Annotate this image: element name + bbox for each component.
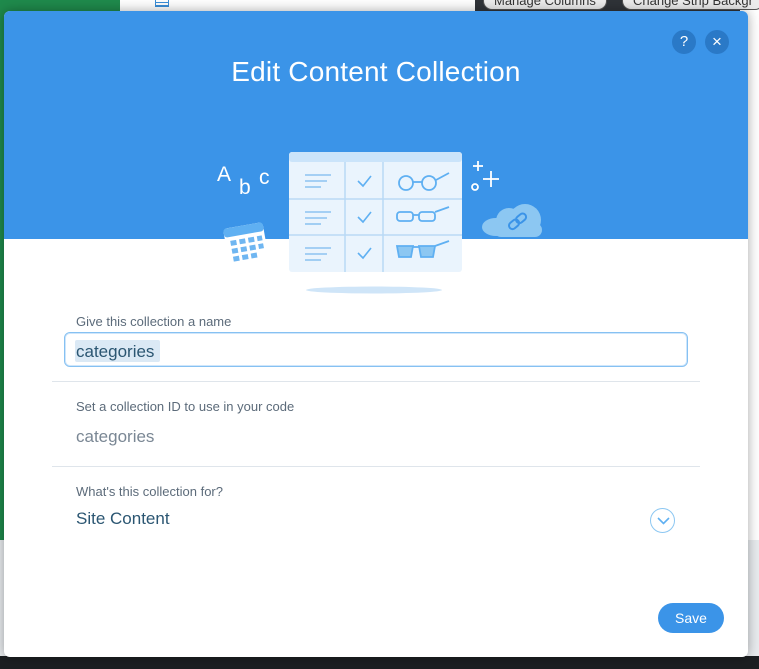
collection-purpose-label: What's this collection for? (76, 484, 223, 499)
save-button[interactable]: Save (658, 603, 724, 633)
chevron-down-icon[interactable] (650, 508, 675, 533)
change-strip-background-button[interactable]: Change Strip Backgr (622, 0, 759, 10)
collection-illustration: A b c (217, 152, 542, 294)
help-icon[interactable]: ? (672, 30, 696, 54)
letter-c: c (259, 166, 270, 189)
table-card (289, 152, 462, 272)
collection-id-value: categories (76, 427, 155, 446)
divider (52, 381, 700, 382)
calendar-icon (223, 222, 269, 266)
collection-name-value[interactable]: categories (76, 342, 154, 362)
table-icon (155, 0, 169, 7)
collection-purpose-dropdown[interactable]: Site Content (76, 509, 170, 529)
collection-id-label: Set a collection ID to use in your code (76, 399, 295, 414)
cloud-link-icon (482, 204, 542, 237)
dialog-title: Edit Content Collection (231, 56, 521, 87)
close-icon[interactable]: × (705, 30, 729, 54)
background-footer (0, 656, 759, 669)
letter-a: A (217, 163, 231, 186)
collection-name-label: Give this collection a name (76, 314, 232, 329)
manage-columns-button[interactable]: Manage Columns (483, 0, 607, 10)
divider (52, 466, 700, 467)
letter-b: b (239, 176, 251, 199)
edit-collection-dialog: Edit Content Collection ? × A b c Give t… (4, 11, 748, 657)
